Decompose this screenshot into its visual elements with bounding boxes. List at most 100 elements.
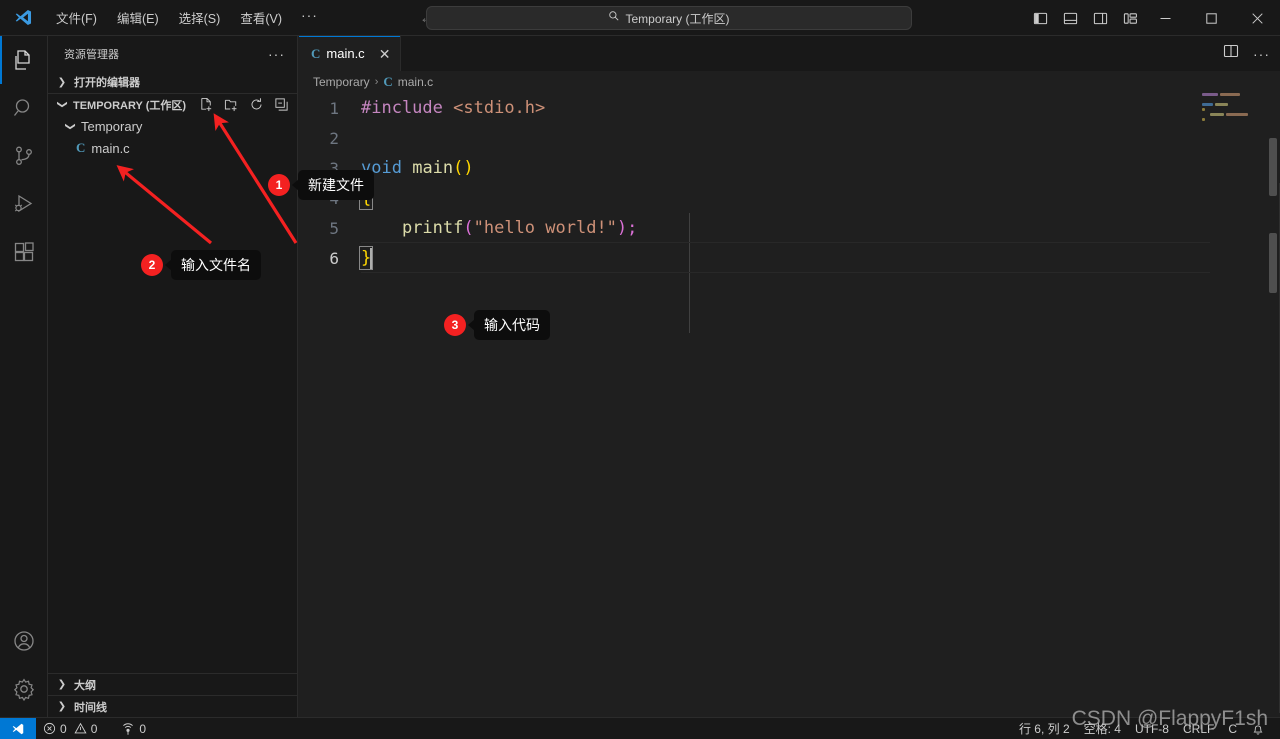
window-close-button[interactable] [1234, 0, 1280, 36]
activity-explorer[interactable] [0, 36, 48, 84]
status-encoding[interactable]: UTF-8 [1128, 718, 1176, 739]
text-cursor [370, 247, 373, 269]
menu-more[interactable]: ··· [293, 6, 326, 29]
status-errors[interactable]: 0 0 [36, 718, 104, 739]
code-line: 3 void main() [299, 153, 1280, 183]
sidebar-section-timeline[interactable]: ❯ 时间线 [48, 695, 298, 717]
status-cursor-position[interactable]: 行 6, 列 2 [1012, 718, 1077, 739]
breadcrumb-file-label: main.c [397, 75, 434, 89]
menu-file[interactable]: 文件(F) [47, 5, 106, 30]
code-editor[interactable]: 1 #include <stdio.h> 2 3 void main() 4 {… [299, 93, 1280, 717]
window-minimize-button[interactable] [1142, 0, 1188, 36]
status-bar: 0 0 0 行 6, 列 2 空格: 4 UTF-8 CRLF C [0, 717, 1280, 739]
minimap-line [1202, 108, 1266, 111]
workspace-actions [198, 97, 289, 113]
files-icon [14, 50, 30, 70]
breadcrumb-file[interactable]: C main.c [383, 74, 433, 90]
source-control-icon [15, 146, 32, 165]
gear-icon [13, 678, 34, 701]
chevron-right-icon: ❯ [57, 76, 67, 88]
editor-tab-label: main.c [326, 46, 365, 61]
command-center-label: Temporary (工作区) [625, 11, 730, 26]
sidebar-section-open-editors[interactable]: ❯ 打开的编辑器 [48, 71, 297, 93]
activity-search[interactable] [0, 84, 48, 132]
explorer-sidebar: 资源管理器 ··· ❯ 打开的编辑器 ❯ TEMPORARY (工作区) ❯ T… [48, 36, 298, 717]
code-line: 5 printf("hello world!"); [299, 213, 1280, 243]
sidebar-title: 资源管理器 [64, 48, 119, 61]
search-icon [608, 9, 620, 27]
activity-extensions[interactable] [0, 228, 48, 276]
editor-more-actions[interactable]: ··· [1253, 46, 1270, 62]
title-bar: 文件(F) 编辑(E) 选择(S) 查看(V) ··· ← → Temporar… [0, 0, 1280, 36]
open-editors-label: 打开的编辑器 [74, 77, 140, 89]
code-line: 2 [299, 123, 1280, 153]
minimap-line [1202, 103, 1266, 106]
sidebar-section-outline[interactable]: ❯ 大纲 [48, 673, 298, 695]
toggle-primary-sidebar-icon[interactable] [1029, 7, 1051, 29]
minimap-line [1202, 98, 1266, 101]
status-ports-count: 0 [139, 721, 147, 736]
chevron-down-icon: ❯ [56, 100, 68, 109]
code-content: printf("hello world!"); [361, 218, 637, 238]
token-semicolon: ; [627, 218, 638, 238]
editor-area: C main.c ✕ ··· Temporary › C main.c 1 #i… [299, 36, 1280, 717]
activity-source-control[interactable] [0, 132, 48, 180]
chevron-down-icon: ❯ [64, 121, 76, 131]
vscode-logo-icon [0, 0, 46, 36]
line-number-active: 6 [329, 248, 339, 268]
workspace-label: TEMPORARY (工作区) [73, 99, 187, 112]
tree-folder-temporary[interactable]: ❯ Temporary [48, 115, 297, 137]
token-string: "hello world!" [473, 218, 617, 238]
customize-layout-icon[interactable] [1119, 7, 1141, 29]
menu-edit[interactable]: 编辑(E) [108, 5, 168, 30]
sidebar-section-workspace[interactable]: ❯ TEMPORARY (工作区) [48, 93, 297, 115]
line-number: 5 [329, 218, 339, 238]
split-editor-icon[interactable] [1223, 43, 1239, 64]
token-include: #include [361, 98, 443, 118]
new-folder-icon[interactable] [223, 97, 239, 113]
code-content: void main() [361, 158, 474, 178]
activity-run-debug[interactable] [0, 180, 48, 228]
status-remote-indicator[interactable] [0, 717, 36, 739]
c-file-icon: C [311, 45, 321, 61]
editor-tab-main-c[interactable]: C main.c ✕ [299, 36, 402, 71]
status-notifications[interactable] [1244, 718, 1272, 739]
minimap[interactable] [1202, 93, 1266, 713]
token-open-paren: ( [463, 218, 474, 238]
bell-icon [1253, 724, 1263, 735]
minimap-line [1202, 118, 1266, 121]
breadcrumb-separator: › [374, 76, 379, 88]
toggle-secondary-sidebar-icon[interactable] [1089, 7, 1111, 29]
window-maximize-button[interactable] [1188, 0, 1234, 36]
account-icon [13, 631, 34, 651]
activity-bar [0, 36, 48, 717]
new-file-icon[interactable] [198, 97, 214, 113]
collapse-all-icon[interactable] [273, 97, 289, 113]
scrollbar-slider-secondary[interactable] [1269, 233, 1277, 293]
menu-view[interactable]: 查看(V) [231, 5, 291, 30]
sidebar-more-actions[interactable]: ··· [268, 46, 285, 62]
run-and-debug-icon [14, 194, 32, 213]
activity-account[interactable] [0, 617, 48, 665]
line-number: 1 [329, 98, 339, 118]
breadcrumb-folder[interactable]: Temporary [313, 75, 370, 89]
status-eol[interactable]: CRLF [1176, 718, 1221, 739]
token-function: printf [401, 218, 464, 238]
toggle-panel-icon[interactable] [1059, 7, 1081, 29]
sidebar-title-bar: 资源管理器 ··· [48, 36, 297, 71]
menu-selection[interactable]: 选择(S) [170, 5, 230, 30]
command-center-search[interactable]: Temporary (工作区) [426, 6, 912, 30]
refresh-icon[interactable] [248, 97, 264, 113]
close-icon[interactable]: ✕ [379, 47, 391, 61]
tree-file-main-c[interactable]: C main.c [48, 137, 297, 159]
c-file-icon: C [76, 140, 86, 155]
activity-settings[interactable] [0, 665, 48, 713]
status-language-mode[interactable]: C [1221, 718, 1244, 739]
status-ports[interactable]: 0 [114, 718, 153, 739]
timeline-label: 时间线 [74, 701, 107, 714]
editor-tab-bar: C main.c ✕ ··· [299, 36, 1280, 71]
status-indentation[interactable]: 空格: 4 [1077, 718, 1128, 739]
editor-scrollbar[interactable] [1266, 93, 1280, 713]
scrollbar-slider[interactable] [1269, 138, 1277, 196]
